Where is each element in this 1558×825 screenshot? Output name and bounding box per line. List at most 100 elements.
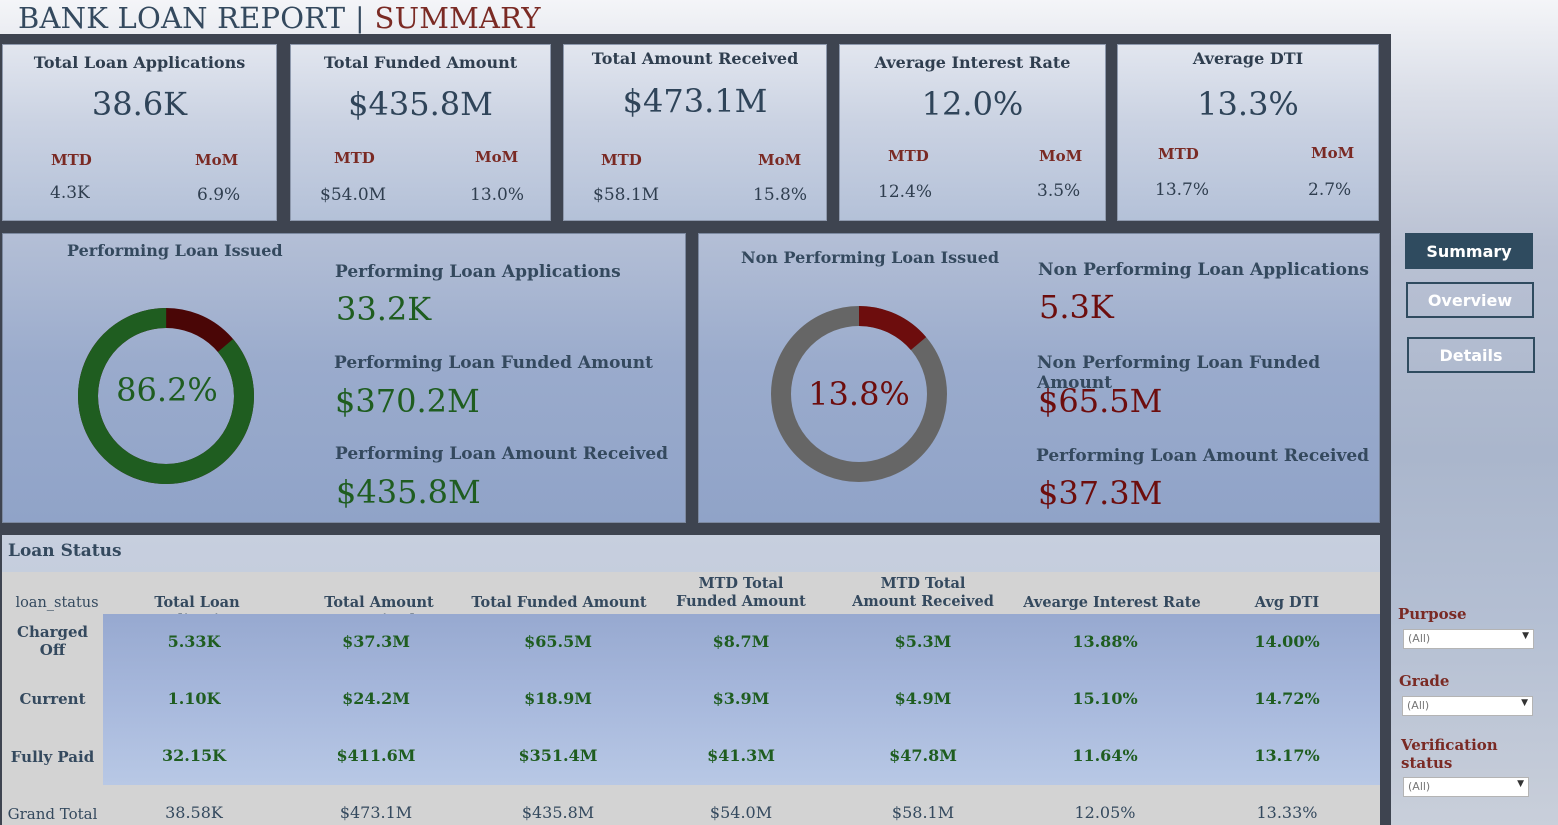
kpi-mom-value: 15.8% <box>753 185 808 205</box>
kpi-mtd-label: MTD <box>334 149 375 167</box>
kpi-mtd-label: MTD <box>601 151 642 169</box>
cell-avg-dti: 13.17% <box>1254 746 1320 765</box>
kpi-mom-label: MoM <box>1311 144 1355 162</box>
performing-donut-label: 86.2% <box>116 371 218 409</box>
cell-avg-dti: 14.00% <box>1254 632 1320 651</box>
performing-loan-panel: Performing Loan Issued 86.2% Performing … <box>2 233 686 523</box>
kpi-card-avg-dti: Average DTI 13.3% MTD MoM 13.7% 2.7% <box>1117 44 1379 221</box>
filter-grade-label: Grade <box>1399 672 1450 690</box>
cell-mtd-funded: $8.7M <box>712 632 770 651</box>
cell-avg-dti: 14.72% <box>1254 689 1320 708</box>
performing-apps-label: Performing Loan Applications <box>335 262 621 282</box>
kpi-title: Total Loan Applications <box>33 53 246 72</box>
chevron-down-icon: ▼ <box>1517 779 1524 789</box>
col-header-status[interactable]: loan_status <box>12 594 102 612</box>
kpi-mom-label: MoM <box>1039 147 1083 165</box>
purpose-dropdown[interactable]: (All) ▼ <box>1403 629 1534 649</box>
kpi-value: 12.0% <box>921 85 1024 123</box>
non-performing-received-label: Performing Loan Amount Received <box>1036 446 1370 466</box>
row-label-current: Current <box>19 690 86 708</box>
kpi-mtd-value: 4.3K <box>50 183 90 203</box>
kpi-card-total-received: Total Amount Received $473.1M MTD MoM $5… <box>563 44 827 221</box>
kpi-title: Total Amount Received <box>591 49 799 68</box>
non-performing-donut-label: 13.8% <box>808 375 910 413</box>
title-main: BANK LOAN REPORT <box>18 1 346 35</box>
nav-details-button[interactable]: Details <box>1407 337 1535 373</box>
kpi-value: 13.3% <box>1197 85 1299 123</box>
cell-mtd-received: $4.9M <box>894 689 952 708</box>
loan-status-table-header: loan_status Total Loan Applications Tota… <box>2 572 1380 629</box>
col-header-funded[interactable]: Total Funded Amount <box>468 594 650 612</box>
row-label-grand-total: Grand Total <box>7 805 98 823</box>
kpi-title: Average Interest Rate <box>874 53 1071 72</box>
cell-mtd-funded: $3.9M <box>712 689 770 708</box>
row-label-fully-paid: Fully Paid <box>10 748 95 766</box>
kpi-mtd-label: MTD <box>51 151 92 169</box>
total-interest-rate: 12.05% <box>1074 803 1136 822</box>
kpi-value: $473.1M <box>622 82 768 120</box>
cell-interest-rate: 11.64% <box>1072 746 1138 765</box>
grade-dropdown-value: (All) <box>1407 699 1430 712</box>
total-mtd-received: $58.1M <box>891 803 955 822</box>
cell-funded: $18.9M <box>524 689 592 708</box>
cell-received: $37.3M <box>342 632 410 651</box>
nav-summary-button[interactable]: Summary <box>1405 233 1533 269</box>
cell-interest-rate: 13.88% <box>1072 632 1138 651</box>
performing-apps-value: 33.2K <box>336 290 432 328</box>
cell-funded: $65.5M <box>524 632 592 651</box>
nav-overview-button[interactable]: Overview <box>1406 282 1534 318</box>
filter-verification-label: Verification status <box>1401 736 1498 772</box>
performing-title: Performing Loan Issued <box>67 241 283 260</box>
cell-received: $411.6M <box>336 746 416 765</box>
kpi-card-avg-interest: Average Interest Rate 12.0% MTD MoM 12.4… <box>839 44 1106 221</box>
kpi-mom-label: MoM <box>758 151 802 169</box>
performing-funded-label: Performing Loan Funded Amount <box>334 353 653 373</box>
non-performing-apps-label: Non Performing Loan Applications <box>1038 260 1369 280</box>
non-performing-title: Non Performing Loan Issued <box>741 248 1000 267</box>
cell-apps: 32.15K <box>161 746 226 765</box>
performing-received-value: $435.8M <box>336 473 481 511</box>
kpi-title: Average DTI <box>1192 49 1304 68</box>
kpi-card-total-applications: Total Loan Applications 38.6K MTD MoM 4.… <box>2 44 277 221</box>
kpi-mom-value: 2.7% <box>1308 180 1352 200</box>
kpi-mom-label: MoM <box>195 151 239 169</box>
non-performing-funded-value: $65.5M <box>1038 382 1163 420</box>
col-header-mtd-funded[interactable]: MTD Total Funded Amount <box>669 575 813 611</box>
kpi-card-total-funded: Total Funded Amount $435.8M MTD MoM $54.… <box>290 44 551 221</box>
kpi-mtd-value: $58.1M <box>593 185 660 205</box>
col-header-avg-dti[interactable]: Avg DTI <box>1197 594 1377 612</box>
grade-dropdown[interactable]: (All) ▼ <box>1402 696 1533 716</box>
cell-apps: 1.10K <box>167 689 221 708</box>
kpi-mtd-value: $54.0M <box>320 185 387 205</box>
cell-mtd-received: $5.3M <box>894 632 952 651</box>
total-mtd-funded: $54.0M <box>709 803 773 822</box>
chevron-down-icon: ▼ <box>1521 698 1528 708</box>
col-header-mtd-received[interactable]: MTD Total Amount Received <box>848 575 998 611</box>
col-header-interest-rate[interactable]: Avearge Interest Rate <box>1012 594 1212 612</box>
non-performing-apps-value: 5.3K <box>1039 288 1114 326</box>
verification-dropdown-value: (All) <box>1408 780 1431 793</box>
row-label-charged-off: Charged Off <box>17 623 88 659</box>
kpi-mtd-label: MTD <box>1158 145 1199 163</box>
kpi-mom-value: 6.9% <box>197 185 241 205</box>
filter-purpose-label: Purpose <box>1398 605 1467 623</box>
chevron-down-icon: ▼ <box>1522 631 1529 641</box>
kpi-value: $435.8M <box>348 85 493 123</box>
cell-mtd-funded: $41.3M <box>707 746 775 765</box>
kpi-mtd-label: MTD <box>888 147 929 165</box>
cell-received: $24.2M <box>342 689 410 708</box>
performing-funded-value: $370.2M <box>335 382 480 420</box>
purpose-dropdown-value: (All) <box>1408 632 1431 645</box>
cell-funded: $351.4M <box>518 746 598 765</box>
title-subtitle: SUMMARY <box>374 1 541 35</box>
kpi-mom-value: 13.0% <box>470 185 525 205</box>
performing-received-label: Performing Loan Amount Received <box>335 444 669 464</box>
kpi-mom-value: 3.5% <box>1037 181 1081 201</box>
total-funded: $435.8M <box>521 803 595 822</box>
kpi-mom-label: MoM <box>475 148 519 166</box>
kpi-mtd-value: 12.4% <box>878 182 933 202</box>
verification-dropdown[interactable]: (All) ▼ <box>1403 777 1529 797</box>
cell-apps: 5.33K <box>167 632 221 651</box>
cell-interest-rate: 15.10% <box>1072 689 1138 708</box>
total-apps: 38.58K <box>165 803 223 822</box>
